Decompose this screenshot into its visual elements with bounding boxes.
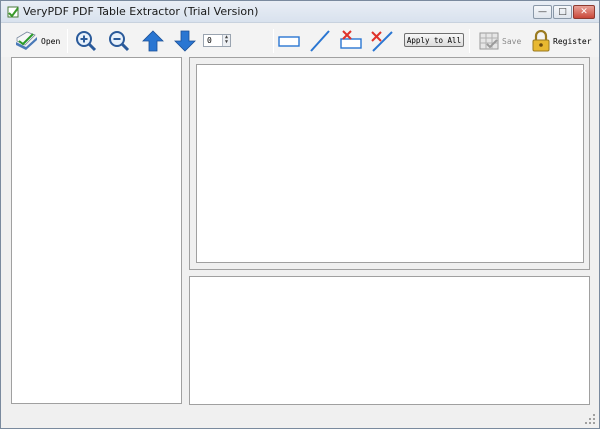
toolbar-separator (469, 29, 470, 53)
zoom-out-icon (109, 31, 130, 52)
delete-rect-button[interactable] (339, 28, 363, 54)
delete-line-button[interactable] (370, 28, 394, 54)
page-up-button[interactable] (142, 28, 164, 54)
extracted-table-pane[interactable] (189, 276, 590, 405)
save-button[interactable]: Save (478, 28, 521, 54)
open-icon (16, 31, 37, 50)
save-icon (479, 32, 499, 50)
zoom-in-button[interactable] (75, 28, 97, 54)
maximize-button[interactable]: □ (553, 5, 572, 19)
delete-rect-icon (340, 30, 362, 49)
register-lock-icon (532, 30, 550, 52)
draw-rect-icon (278, 36, 300, 47)
minimize-button[interactable]: — (533, 5, 552, 19)
register-label: Register (553, 36, 592, 46)
open-label: Open (41, 36, 61, 46)
resize-grip-icon[interactable] (584, 413, 596, 425)
open-button[interactable]: Open (13, 28, 60, 54)
draw-rect-button[interactable] (278, 28, 300, 54)
register-button[interactable]: Register (531, 28, 592, 54)
page-thumbnail-pane[interactable] (11, 57, 182, 404)
pdf-preview-pane[interactable] (196, 64, 584, 263)
page-up-icon (142, 30, 164, 52)
toolbar: Open Save Register (1, 23, 599, 57)
apply-to-all-button[interactable]: Apply to All (404, 33, 464, 47)
draw-line-icon (310, 30, 330, 52)
delete-line-icon (371, 31, 393, 52)
page-number-spinbox[interactable]: 0 ▲ ▼ (203, 34, 231, 47)
save-label: Save (502, 36, 522, 46)
app-icon (7, 6, 19, 18)
draw-line-button[interactable] (309, 28, 331, 54)
page-down-icon (174, 30, 196, 52)
page-down-button[interactable] (174, 28, 196, 54)
page-number-value: 0 (207, 36, 212, 45)
window-title: VeryPDF PDF Table Extractor (Trial Versi… (23, 5, 259, 18)
status-bar (1, 407, 599, 428)
zoom-in-icon (76, 31, 97, 52)
toolbar-separator (67, 29, 68, 53)
close-button[interactable]: ✕ (573, 5, 595, 19)
toolbar-separator (273, 29, 274, 53)
title-bar[interactable]: VeryPDF PDF Table Extractor (Trial Versi… (1, 1, 599, 23)
spin-arrows[interactable]: ▲ ▼ (222, 35, 230, 46)
app-window: VeryPDF PDF Table Extractor (Trial Versi… (0, 0, 600, 429)
zoom-out-button[interactable] (108, 28, 130, 54)
